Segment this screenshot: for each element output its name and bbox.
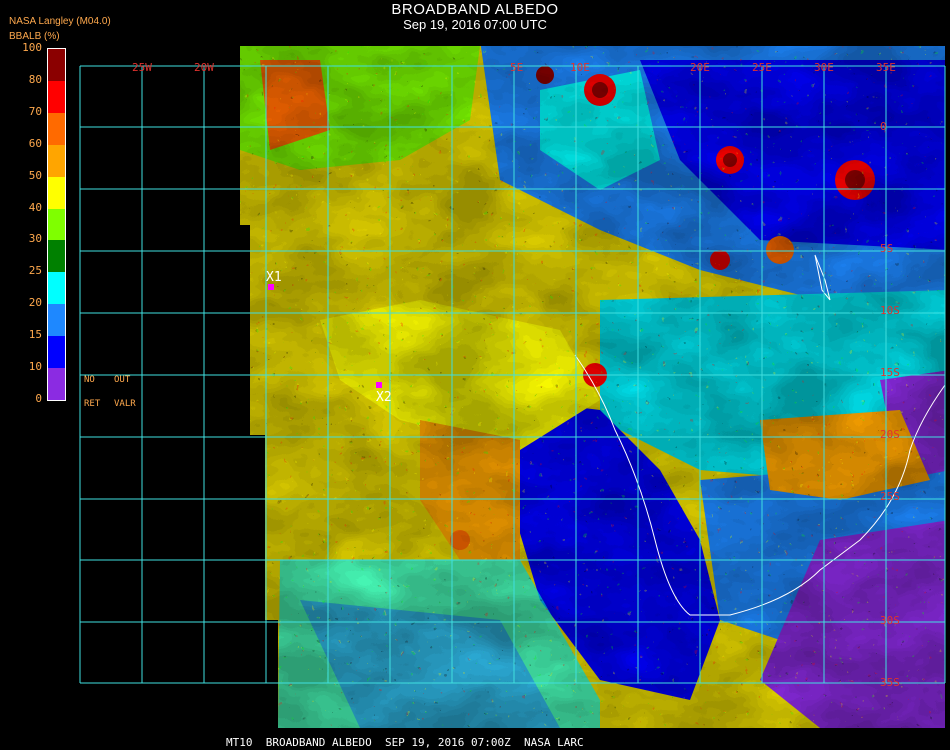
longitude-label: 25E <box>752 61 772 74</box>
latitude-label: 20S <box>880 428 900 441</box>
longitude-label: 10E <box>570 61 590 74</box>
longitude-label: 30E <box>814 61 834 74</box>
marker-x1-label: X1 <box>266 270 282 285</box>
latitude-label: 25S <box>880 490 900 503</box>
map-footer: MT10 BROADBAND ALBEDO SEP 19, 2016 07:00… <box>226 736 584 749</box>
latitude-label: 0 <box>880 120 887 133</box>
latitude-label: 5S <box>880 242 893 255</box>
longitude-label: 20W <box>194 61 214 74</box>
albedo-map: 25W 20W 5E 10E 20E 25E 30E 35E 0 5S 10S 15S 20S 25S 30… <box>79 46 946 728</box>
longitude-label: 20E <box>690 61 710 74</box>
longitude-label: 35E <box>876 61 896 74</box>
marker-x2 <box>376 382 382 388</box>
latitude-label: 30S <box>880 614 900 627</box>
latitude-label: 10S <box>880 304 900 317</box>
longitude-label: 5E <box>510 61 523 74</box>
latitude-label: 35S <box>880 676 900 689</box>
latitude-label: 15S <box>880 366 900 379</box>
longitude-label: 25W <box>132 61 152 74</box>
marker-x2-label: X2 <box>376 390 392 405</box>
albedo-raster <box>240 46 945 728</box>
